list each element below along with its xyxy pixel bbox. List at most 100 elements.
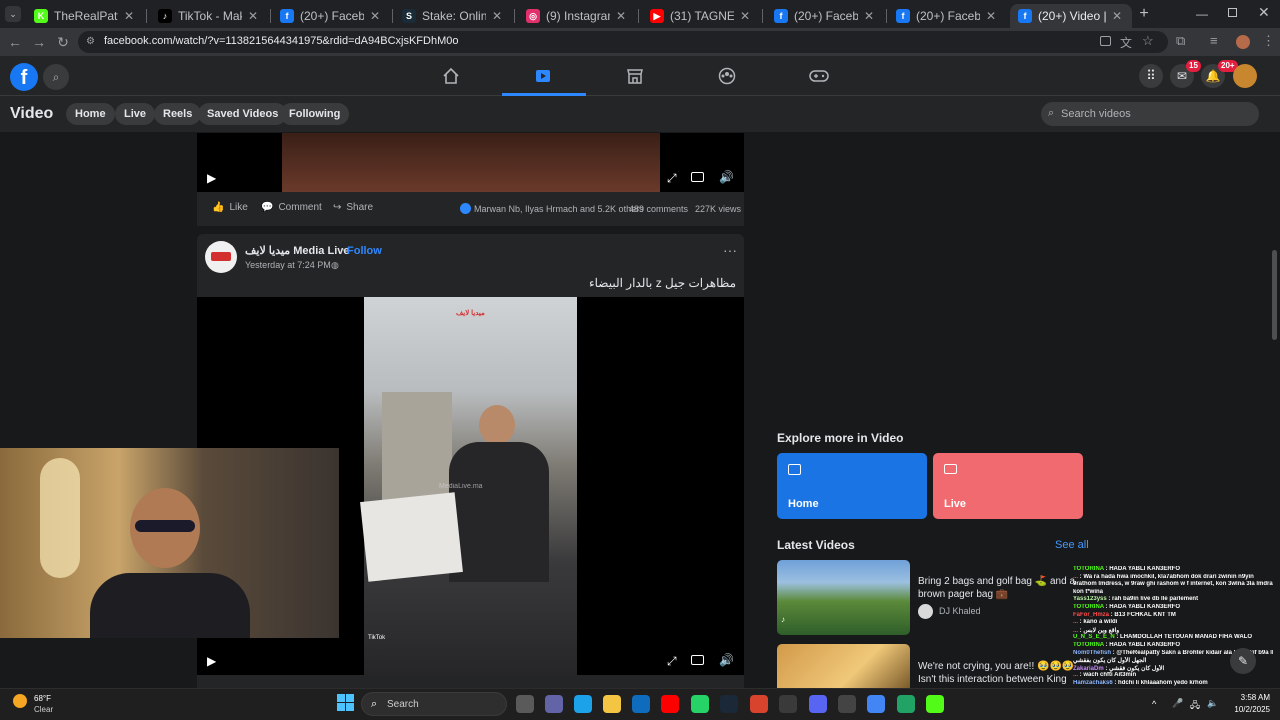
gaming-nav-icon[interactable] [807, 64, 831, 88]
close-tab-icon[interactable]: ✕ [738, 9, 752, 23]
volume-icon[interactable]: 🔊 [719, 170, 734, 184]
comment-button[interactable]: 💬 Comment [261, 202, 322, 213]
fullscreen-icon[interactable]: ⤢ [667, 654, 677, 669]
forward-icon[interactable]: → [30, 33, 48, 51]
menu-grid-icon[interactable]: ⠿ [1139, 64, 1163, 88]
back-icon[interactable]: ← [6, 33, 24, 51]
close-tab-icon[interactable]: ✕ [984, 9, 998, 23]
home-nav-icon[interactable] [439, 64, 463, 88]
edge-icon[interactable] [574, 695, 592, 713]
translate-icon[interactable]: 文 [1120, 34, 1132, 51]
explore-home-card[interactable]: Home [777, 453, 927, 519]
post-timestamp[interactable]: Yesterday at 7:24 PM [245, 260, 331, 270]
comments-count[interactable]: 489 comments [629, 204, 688, 214]
file-explorer-icon[interactable] [603, 695, 621, 713]
weather-temp[interactable]: 68°F [34, 694, 51, 703]
taskbar-search[interactable]: ⌕ Search [361, 692, 507, 716]
latest-video-title[interactable]: Bring 2 bags and golf bag ⛳ and a brown … [918, 575, 1078, 601]
facebook-logo-icon[interactable]: f [10, 63, 38, 91]
video-nav-icon[interactable] [531, 64, 555, 88]
volume-icon[interactable]: 🔊 [719, 653, 734, 667]
account-avatar[interactable] [1233, 64, 1257, 88]
steam-icon[interactable] [720, 695, 738, 713]
youtube-app-icon[interactable] [661, 695, 679, 713]
new-tab-icon[interactable]: + [1136, 6, 1152, 22]
task-view-icon[interactable] [516, 695, 534, 713]
close-tab-icon[interactable]: ✕ [122, 9, 136, 23]
network-icon[interactable]: 🖧 [1190, 698, 1200, 714]
profile-avatar[interactable] [1236, 35, 1250, 49]
reading-list-icon[interactable]: ≡ [1210, 33, 1218, 48]
picture-in-picture-icon[interactable] [691, 172, 704, 182]
follow-button[interactable]: Follow [347, 245, 382, 257]
extensions-icon[interactable]: ⧉ [1176, 33, 1185, 49]
volume-tray-icon[interactable]: 🔈 [1207, 698, 1218, 709]
app-icon[interactable] [838, 695, 856, 713]
kick-app-icon[interactable] [926, 695, 944, 713]
browser-tab[interactable]: f (20+) Video | Faceboo ✕ [1010, 4, 1132, 28]
fb-search-icon[interactable]: ⌕ [43, 64, 69, 90]
browser-tab[interactable]: S Stake: Online Casino ✕ [394, 4, 512, 28]
reload-icon[interactable]: ↻ [54, 33, 72, 51]
new-message-icon[interactable]: ✎ [1230, 648, 1256, 674]
obs-icon[interactable] [779, 695, 797, 713]
tab-search-icon[interactable]: ⌄ [5, 6, 21, 22]
latest-video-thumbnail[interactable]: ♪ [777, 560, 910, 635]
mic-icon[interactable]: 🎤 [1172, 698, 1183, 709]
more-options-icon[interactable]: ··· [723, 242, 737, 258]
page-scrollbar[interactable] [1272, 250, 1277, 340]
browser-tab[interactable]: ♪ TikTok - Make Your D ✕ [150, 4, 268, 28]
fullscreen-icon[interactable]: ⤢ [667, 171, 677, 186]
post1-video-player[interactable]: ▶ ⤢ 🔊 [197, 133, 744, 192]
outlook-icon[interactable] [632, 695, 650, 713]
browser-tab[interactable]: f (20+) Facebook ✕ [766, 4, 884, 28]
browser-tab[interactable]: f (20+) Facebook ✕ [272, 4, 390, 28]
chrome-menu-icon[interactable]: ⋮ [1262, 33, 1275, 49]
media-app-icon[interactable] [750, 695, 768, 713]
tray-chevron-icon[interactable]: ^ [1152, 699, 1156, 709]
page-avatar[interactable] [205, 241, 237, 273]
close-tab-icon[interactable]: ✕ [1110, 9, 1124, 23]
chrome-icon[interactable] [867, 695, 885, 713]
see-all-link[interactable]: See all [1055, 539, 1089, 551]
clock-time[interactable]: 3:58 AM [1228, 693, 1270, 702]
play-icon[interactable]: ▶ [207, 654, 216, 668]
address-bar[interactable]: ⚙ facebook.com/watch/?v=1138215644341975… [78, 31, 1168, 53]
maximize-icon[interactable] [1228, 8, 1237, 17]
latest-video-channel[interactable]: DJ Khaled [939, 606, 981, 616]
browser-tab[interactable]: ▶ (31) TAGNE - LA HAI ✕ [642, 4, 760, 28]
close-tab-icon[interactable]: ✕ [862, 9, 876, 23]
browser-tab[interactable]: ◎ (9) Instagram ✕ [518, 4, 636, 28]
teams-icon[interactable] [545, 695, 563, 713]
browser-tab[interactable]: f (20+) Facebook ✕ [888, 4, 1006, 28]
discord-icon[interactable] [809, 695, 827, 713]
windows-start-icon[interactable] [337, 694, 354, 711]
bookmark-star-icon[interactable]: ☆ [1142, 33, 1154, 49]
subnav-saved-videos-pill[interactable]: Saved Videos [198, 103, 288, 125]
subnav-home-pill[interactable]: Home [66, 103, 115, 125]
marketplace-nav-icon[interactable] [623, 64, 647, 88]
explore-live-card[interactable]: Live [933, 453, 1083, 519]
install-app-icon[interactable] [1100, 36, 1111, 46]
subnav-reels-pill[interactable]: Reels [154, 103, 202, 125]
minimize-icon[interactable]: — [1196, 8, 1208, 20]
close-tab-icon[interactable]: ✕ [246, 9, 260, 23]
share-button[interactable]: ↪ Share [333, 202, 373, 213]
like-button[interactable]: 👍 Like [212, 202, 248, 213]
close-tab-icon[interactable]: ✕ [490, 9, 504, 23]
page-name[interactable]: ميديا لايف Media Live [245, 244, 349, 257]
play-icon[interactable]: ▶ [207, 171, 216, 185]
clock-date[interactable]: 10/2/2025 [1222, 705, 1270, 714]
latest-video-title[interactable]: We're not crying, you are!! 🥹🥹🥹 Isn't th… [918, 660, 1078, 686]
spreadsheet-app-icon[interactable] [897, 695, 915, 713]
subnav-live-pill[interactable]: Live [115, 103, 156, 125]
browser-tab[interactable]: K TheRealPatty Stream ✕ [26, 4, 144, 28]
whatsapp-icon[interactable] [691, 695, 709, 713]
subnav-following-pill[interactable]: Following [280, 103, 350, 125]
latest-video-thumbnail[interactable] [777, 644, 910, 688]
site-info-icon[interactable]: ⚙ [86, 36, 98, 48]
groups-nav-icon[interactable] [715, 64, 739, 88]
picture-in-picture-icon[interactable] [691, 655, 704, 665]
reactions-summary[interactable]: Marwan Nb, Ilyas Hrmach and 5.2K others [474, 204, 644, 214]
close-window-icon[interactable]: ✕ [1258, 5, 1270, 19]
